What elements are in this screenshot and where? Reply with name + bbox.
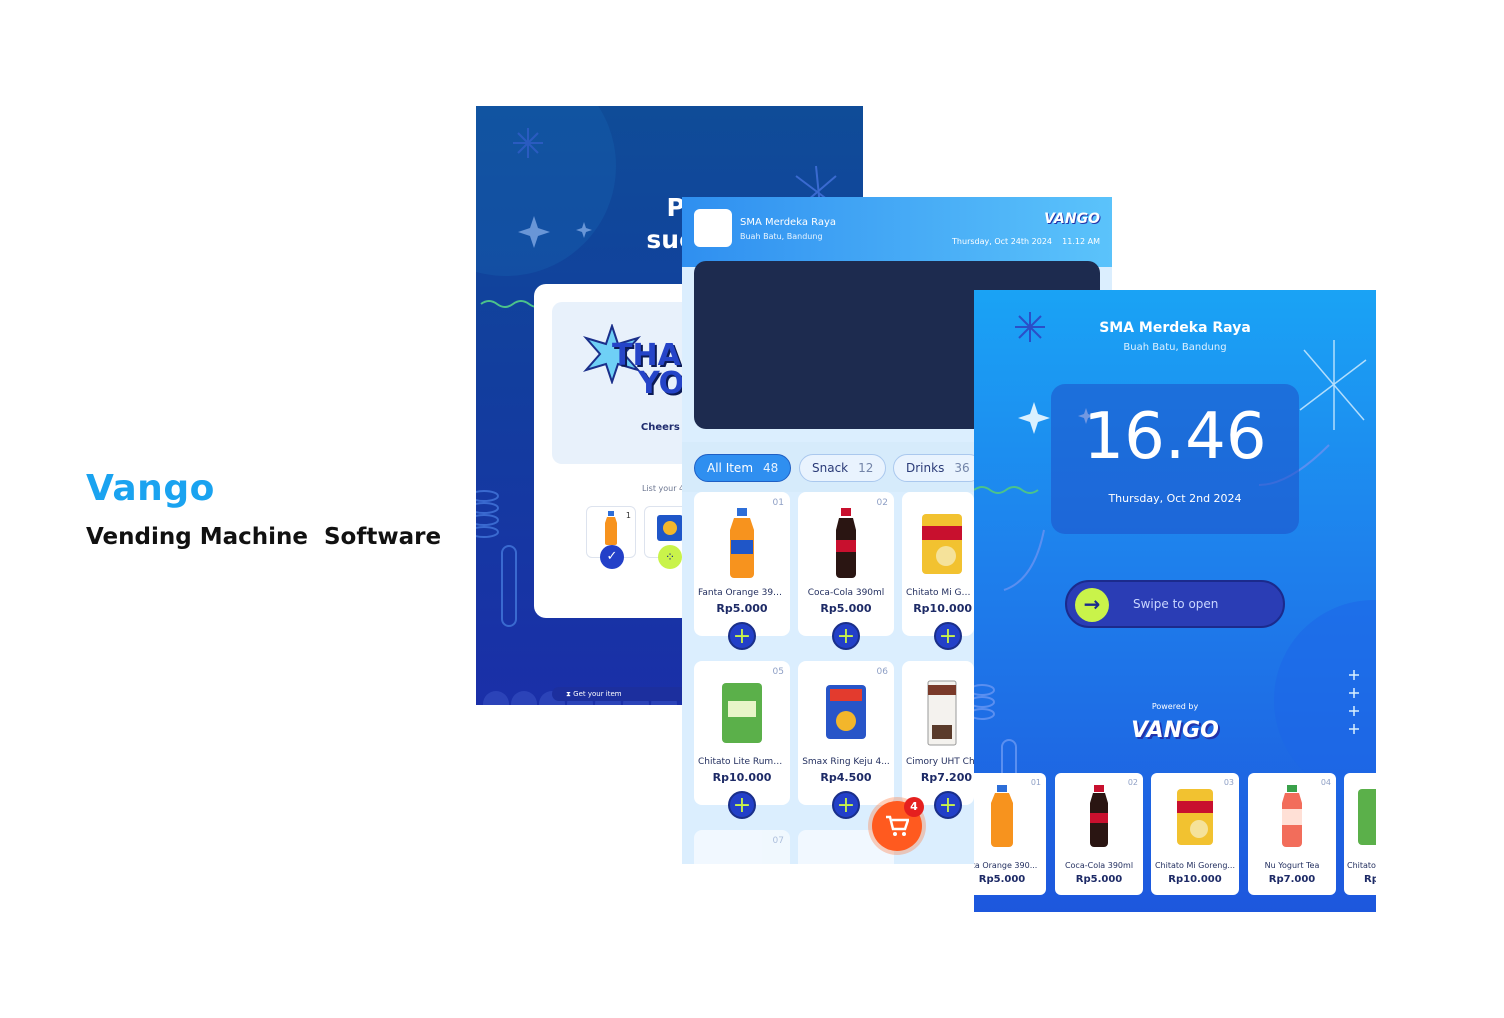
swipe-label: Swipe to open — [1133, 597, 1219, 611]
datetime: Thursday, Oct 24th 2024 11.12 AM — [952, 237, 1100, 246]
cart-count-badge: 4 — [904, 797, 924, 817]
sparkle-icon — [1018, 402, 1050, 434]
brand-title: Vango — [86, 468, 215, 509]
chitato-lite-pack-icon — [722, 683, 762, 743]
tab-drinks[interactable]: Drinks 36 — [893, 454, 983, 482]
clock-date: Thursday, Oct 2nd 2024 — [1108, 492, 1242, 505]
chitato-lite-pack-icon — [1358, 789, 1376, 845]
fanta-bottle-icon — [730, 508, 754, 578]
swipe-to-open-slider[interactable]: → Swipe to open — [1065, 580, 1285, 628]
school-address: Buah Batu, Bandung — [740, 232, 823, 241]
clock-time: 16.46 — [1083, 400, 1267, 474]
add-button[interactable]: + — [832, 622, 860, 650]
add-button[interactable]: + — [934, 622, 962, 650]
get-item-progress: ⧗ Get your item — [552, 687, 692, 701]
smax-ring-pack-icon — [826, 685, 866, 739]
fanta-bottle-icon — [605, 511, 617, 545]
add-button[interactable]: + — [934, 791, 962, 819]
add-button[interactable]: + — [728, 622, 756, 650]
product-card[interactable]: 02 Coca-Cola 390ml Rp5.000 + — [798, 492, 894, 650]
idle-screen: SMA Merdeka Raya Buah Batu, Bandung 16.4… — [974, 290, 1376, 912]
product-card[interactable]: 01 Fanta Orange 390... Rp5.000 + — [694, 492, 790, 650]
list-label: List your 4 — [642, 484, 685, 493]
cart-icon — [886, 815, 909, 836]
cimory-milk-icon — [927, 680, 957, 746]
thank-you-text: THA YO — [612, 338, 685, 401]
vango-logo: VANGO — [1131, 718, 1219, 743]
coca-cola-bottle-icon — [836, 508, 856, 578]
clock-panel: 16.46 Thursday, Oct 2nd 2024 — [1051, 384, 1299, 534]
arrow-right-icon[interactable]: → — [1075, 588, 1109, 622]
chitato-pack-icon — [1177, 789, 1213, 845]
product-card[interactable]: 01 nta Orange 390... Rp5.000 — [974, 773, 1046, 895]
product-card[interactable]: 05 Chitato Lite Rump... Rp10.000 + — [694, 661, 790, 819]
product-card[interactable]: 02 Coca-Cola 390ml Rp5.000 — [1055, 773, 1143, 895]
product-card[interactable]: 04 Nu Yogurt Tea Rp7.000 — [1248, 773, 1336, 895]
product-card[interactable]: Chitato Mi Gore Rp10.000 + — [902, 492, 976, 650]
product-card[interactable]: Chitato Rp — [1344, 773, 1376, 895]
add-button[interactable]: + — [728, 791, 756, 819]
add-button[interactable]: + — [832, 791, 860, 819]
catalog-header: SMA Merdeka Raya Buah Batu, Bandung VANG… — [682, 197, 1112, 267]
school-address: Buah Batu, Bandung — [1123, 342, 1227, 353]
tab-snack[interactable]: Snack 12 — [799, 454, 887, 482]
nu-tea-bottle-icon — [1282, 785, 1302, 847]
brand-subtitle: Vending Machine Software — [86, 524, 442, 550]
tab-all-item[interactable]: All Item 48 — [694, 454, 792, 482]
star-lines-icon — [1299, 340, 1367, 430]
product-card[interactable]: 07 — [694, 830, 790, 864]
check-icon: ✓ — [600, 545, 624, 569]
product-card[interactable]: 06 Smax Ring Keju 4... Rp4.500 + — [798, 661, 894, 819]
coca-cola-bottle-icon — [1090, 785, 1108, 847]
product-card[interactable]: 03 Chitato Mi Goreng... Rp10.000 — [1151, 773, 1239, 895]
fanta-bottle-icon — [991, 785, 1013, 847]
vango-logo: VANGO — [1044, 211, 1100, 227]
ordered-item: 1 ✓ — [586, 506, 636, 569]
snack-pack-icon — [657, 515, 683, 541]
powered-by-label: Powered by — [1151, 702, 1199, 711]
chitato-pack-icon — [922, 514, 962, 574]
product-card[interactable]: Cimory UHT Ch Rp7.200 + — [902, 661, 975, 819]
school-logo — [694, 209, 732, 247]
school-name: SMA Merdeka Raya — [1099, 320, 1251, 336]
school-name: SMA Merdeka Raya — [740, 217, 837, 228]
loading-icon: ⁘ — [658, 545, 682, 569]
